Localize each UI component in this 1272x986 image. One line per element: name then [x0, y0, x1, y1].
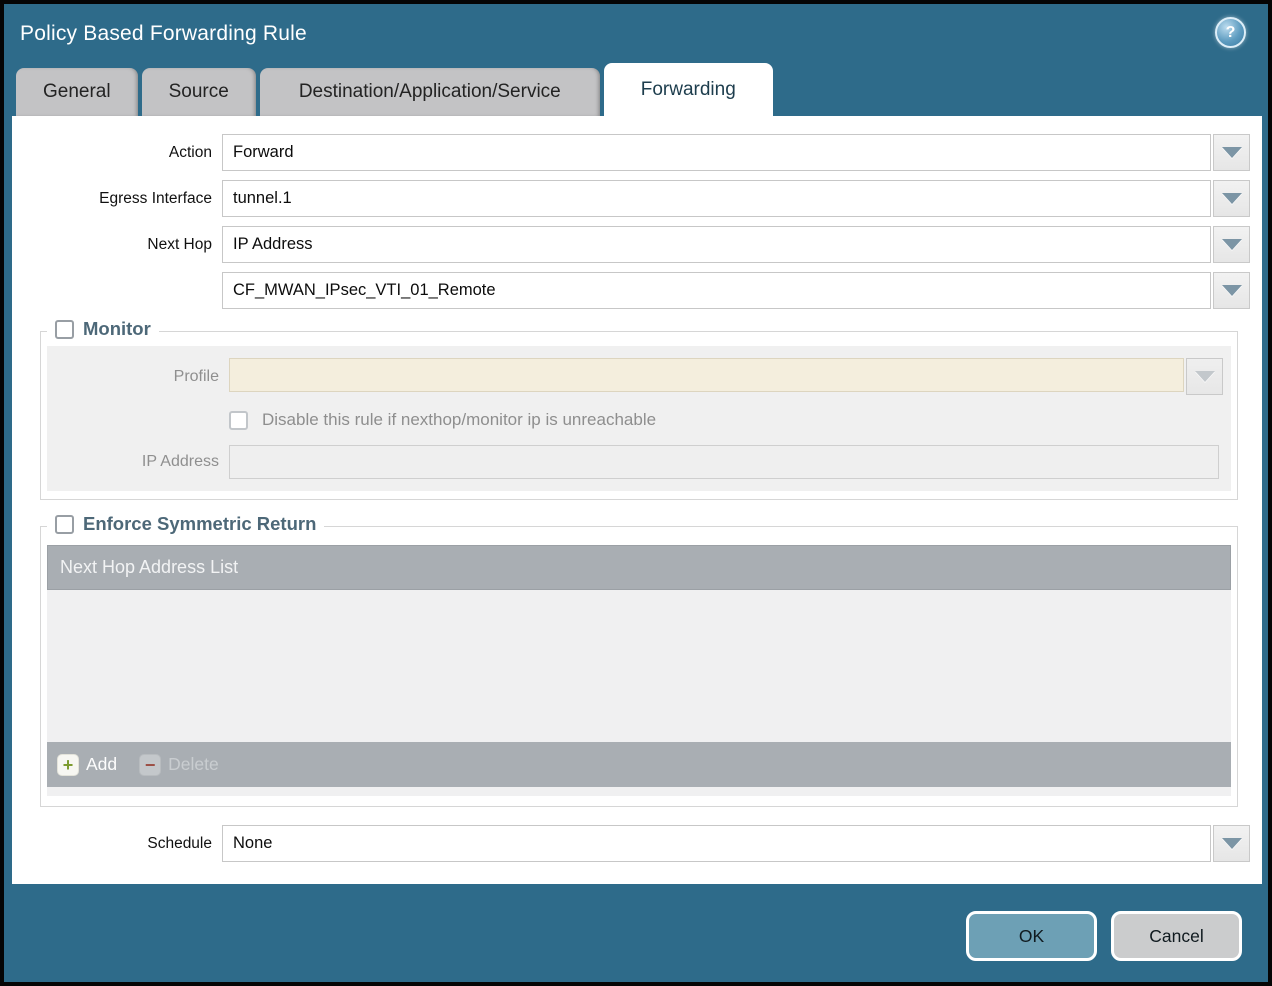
forwarding-tab-panel: Action Forward Egress Interface tunnel.1… [12, 116, 1262, 884]
next-hop-address-list-body [47, 590, 1231, 742]
profile-value [229, 358, 1184, 392]
egress-interface-row: Egress Interface tunnel.1 [12, 180, 1250, 217]
enforce-symmetric-return-legend: Enforce Symmetric Return [47, 513, 324, 535]
monitor-ip-address-value [229, 445, 1219, 479]
next-hop-address-list-toolbar: + Add − Delete [47, 742, 1231, 787]
action-dropdown-button[interactable] [1213, 134, 1250, 171]
delete-button: − Delete [139, 754, 219, 776]
tab-general[interactable]: General [16, 68, 138, 116]
disable-rule-label: Disable this rule if nexthop/monitor ip … [262, 410, 656, 430]
egress-interface-dropdown-button[interactable] [1213, 180, 1250, 217]
chevron-down-icon [1222, 838, 1242, 849]
schedule-combobox: None [222, 825, 1250, 862]
chevron-down-icon [1222, 285, 1242, 296]
next-hop-address-list-table: Next Hop Address List + Add − Delete [47, 545, 1231, 796]
chevron-down-icon [1222, 239, 1242, 250]
add-button: + Add [57, 754, 117, 776]
next-hop-address-list-header: Next Hop Address List [47, 545, 1231, 590]
profile-label: Profile [47, 368, 229, 386]
enforce-symmetric-return-checkbox[interactable] [55, 515, 74, 534]
tab-strip: General Source Destination/Application/S… [16, 63, 773, 116]
tab-source[interactable]: Source [142, 68, 256, 116]
next-hop-address-value[interactable]: CF_MWAN_IPsec_VTI_01_Remote [222, 272, 1211, 309]
monitor-group: Monitor Profile Disable this rule if nex… [40, 331, 1238, 500]
action-combobox: Forward [222, 134, 1250, 171]
chevron-down-icon [1222, 147, 1242, 158]
pbf-rule-dialog: Policy Based Forwarding Rule ? General S… [0, 0, 1272, 986]
next-hop-combobox: IP Address [222, 226, 1250, 263]
plus-icon: + [57, 754, 79, 776]
delete-button-label: Delete [168, 754, 219, 775]
minus-icon: − [139, 754, 161, 776]
dialog-title: Policy Based Forwarding Rule [20, 22, 307, 46]
dialog-footer: OK Cancel [966, 911, 1242, 961]
schedule-dropdown-button[interactable] [1213, 825, 1250, 862]
tab-forwarding[interactable]: Forwarding [604, 63, 773, 116]
disable-rule-checkbox [229, 411, 248, 430]
next-hop-row: Next Hop IP Address [12, 226, 1250, 263]
enforce-symmetric-return-legend-label: Enforce Symmetric Return [83, 513, 316, 535]
next-hop-label: Next Hop [12, 236, 222, 254]
profile-combobox [229, 358, 1223, 395]
enforce-symmetric-return-group: Enforce Symmetric Return Next Hop Addres… [40, 526, 1238, 807]
add-button-label: Add [86, 754, 117, 775]
table-bottom-strip [47, 787, 1231, 796]
monitor-ip-address-label: IP Address [47, 453, 229, 471]
monitor-legend-label: Monitor [83, 318, 151, 340]
dialog-titlebar: Policy Based Forwarding Rule ? [20, 16, 1252, 52]
chevron-down-icon [1222, 193, 1242, 204]
cancel-button[interactable]: Cancel [1111, 911, 1242, 961]
next-hop-address-dropdown-button[interactable] [1213, 272, 1250, 309]
action-label: Action [12, 144, 222, 162]
action-value[interactable]: Forward [222, 134, 1211, 171]
egress-interface-combobox: tunnel.1 [222, 180, 1250, 217]
monitor-ip-address-row: IP Address [47, 445, 1223, 479]
schedule-row: Schedule None [12, 825, 1250, 862]
tab-destination-application-service[interactable]: Destination/Application/Service [260, 68, 600, 116]
profile-row: Profile [47, 358, 1223, 395]
egress-interface-label: Egress Interface [12, 190, 222, 208]
next-hop-dropdown-button[interactable] [1213, 226, 1250, 263]
schedule-value[interactable]: None [222, 825, 1211, 862]
schedule-label: Schedule [12, 835, 222, 853]
monitor-panel: Profile Disable this rule if nexthop/mon… [47, 346, 1231, 491]
ok-button[interactable]: OK [966, 911, 1097, 961]
chevron-down-icon [1195, 371, 1215, 382]
next-hop-address-combobox: CF_MWAN_IPsec_VTI_01_Remote [222, 272, 1250, 309]
action-row: Action Forward [12, 134, 1250, 171]
disable-rule-row: Disable this rule if nexthop/monitor ip … [47, 410, 1223, 430]
next-hop-address-list-header-label: Next Hop Address List [60, 557, 238, 578]
egress-interface-value[interactable]: tunnel.1 [222, 180, 1211, 217]
profile-dropdown-button [1186, 358, 1223, 395]
help-icon[interactable]: ? [1215, 17, 1246, 48]
next-hop-value[interactable]: IP Address [222, 226, 1211, 263]
monitor-checkbox[interactable] [55, 320, 74, 339]
next-hop-address-row: CF_MWAN_IPsec_VTI_01_Remote [12, 272, 1250, 309]
monitor-legend: Monitor [47, 318, 159, 340]
